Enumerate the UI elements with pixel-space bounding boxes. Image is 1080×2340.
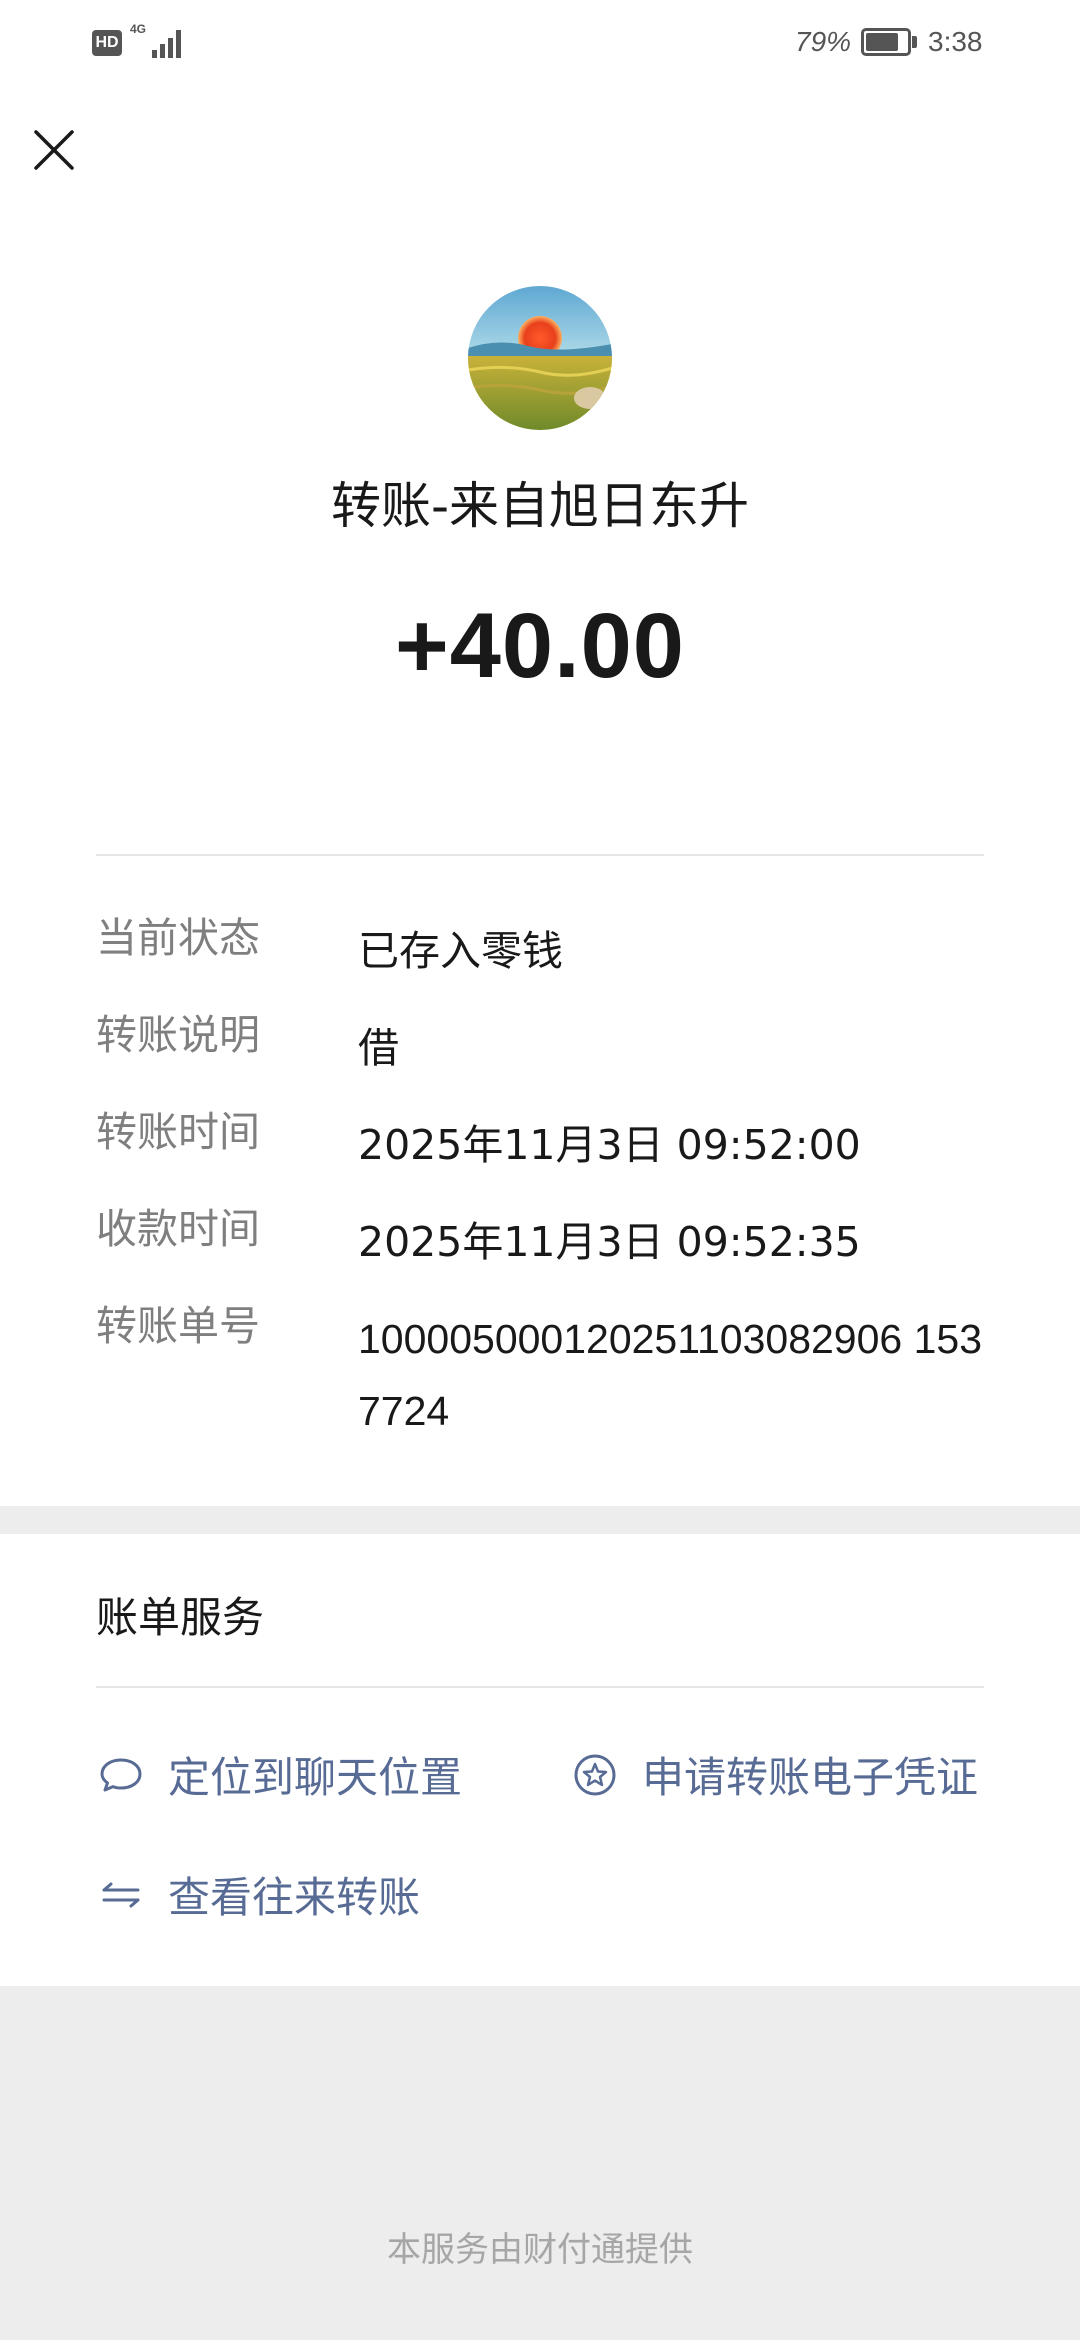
divider bbox=[96, 1686, 984, 1688]
bill-services-card: 账单服务 定位到聊天位置 申请转账电子凭证 查看往来转账 bbox=[0, 1534, 1080, 1986]
order-number: 100005000120251103082906 1537724 bbox=[358, 1316, 983, 1434]
top-nav bbox=[0, 88, 1080, 216]
view-history-link[interactable]: 查看往来转账 bbox=[96, 1864, 420, 1925]
view-history-label: 查看往来转账 bbox=[168, 1873, 421, 1922]
star-badge-icon bbox=[570, 1750, 620, 1800]
avatar-image bbox=[468, 286, 612, 430]
battery-icon bbox=[861, 28, 911, 56]
detail-label: 转账说明 bbox=[96, 1011, 260, 1059]
clock: 3:38 bbox=[928, 26, 983, 57]
details-list: 当前状态 已存入零钱 转账说明 借 转账时间 2025年11月3日 09:52:… bbox=[96, 915, 984, 1485]
swap-arrows-icon bbox=[96, 1870, 146, 1920]
transfer-amount: +40.00 bbox=[395, 595, 685, 697]
locate-chat-link[interactable]: 定位到聊天位置 bbox=[96, 1744, 462, 1805]
avatar[interactable] bbox=[468, 286, 612, 430]
footer-note: 本服务由财付通提供 bbox=[387, 2230, 693, 2270]
apply-voucher-label: 申请转账电子凭证 bbox=[642, 1753, 979, 1802]
close-icon bbox=[34, 130, 74, 170]
chat-bubble-icon bbox=[96, 1750, 146, 1800]
detail-value: 2025年11月3日 09:52:35 bbox=[358, 1218, 861, 1266]
detail-label: 收款时间 bbox=[96, 1205, 260, 1253]
network-type: 4G bbox=[130, 22, 147, 36]
detail-label: 当前状态 bbox=[96, 914, 260, 962]
detail-value: 2025年11月3日 09:52:00 bbox=[358, 1121, 861, 1169]
detail-value: 已存入零钱 bbox=[358, 927, 563, 975]
battery-percent: 79% bbox=[795, 26, 852, 57]
transfer-card: 转账-来自旭日东升 +40.00 当前状态 已存入零钱 转账说明 借 转账时间 … bbox=[0, 216, 1080, 1506]
detail-label: 转账时间 bbox=[96, 1108, 260, 1156]
transfer-title: 转账-来自旭日东升 bbox=[330, 477, 750, 535]
detail-row-status: 当前状态 已存入零钱 bbox=[96, 915, 984, 987]
detail-row-note: 转账说明 借 bbox=[96, 1012, 984, 1084]
detail-row-transfer-time: 转账时间 2025年11月3日 09:52:00 bbox=[96, 1109, 984, 1181]
detail-label: 转账单号 bbox=[96, 1302, 260, 1350]
close-button[interactable] bbox=[18, 114, 90, 186]
hd-indicator: HD bbox=[92, 30, 122, 56]
locate-chat-label: 定位到聊天位置 bbox=[168, 1753, 463, 1802]
apply-voucher-link[interactable]: 申请转账电子凭证 bbox=[570, 1744, 978, 1805]
transfer-detail-page: HD 4G 79% 3:38 转账-来自旭日东升 +40.00 当前状态 已存入… bbox=[0, 0, 1080, 2340]
signal-icon: 4G bbox=[130, 22, 186, 58]
services-title: 账单服务 bbox=[96, 1593, 265, 1642]
detail-value: 借 bbox=[358, 1024, 399, 1072]
detail-row-order-number: 转账单号 100005000120251103082906 1537724 bbox=[96, 1303, 984, 1447]
status-bar: HD 4G 79% 3:38 bbox=[0, 0, 1080, 88]
divider bbox=[96, 854, 984, 856]
detail-row-receive-time: 收款时间 2025年11月3日 09:52:35 bbox=[96, 1206, 984, 1278]
